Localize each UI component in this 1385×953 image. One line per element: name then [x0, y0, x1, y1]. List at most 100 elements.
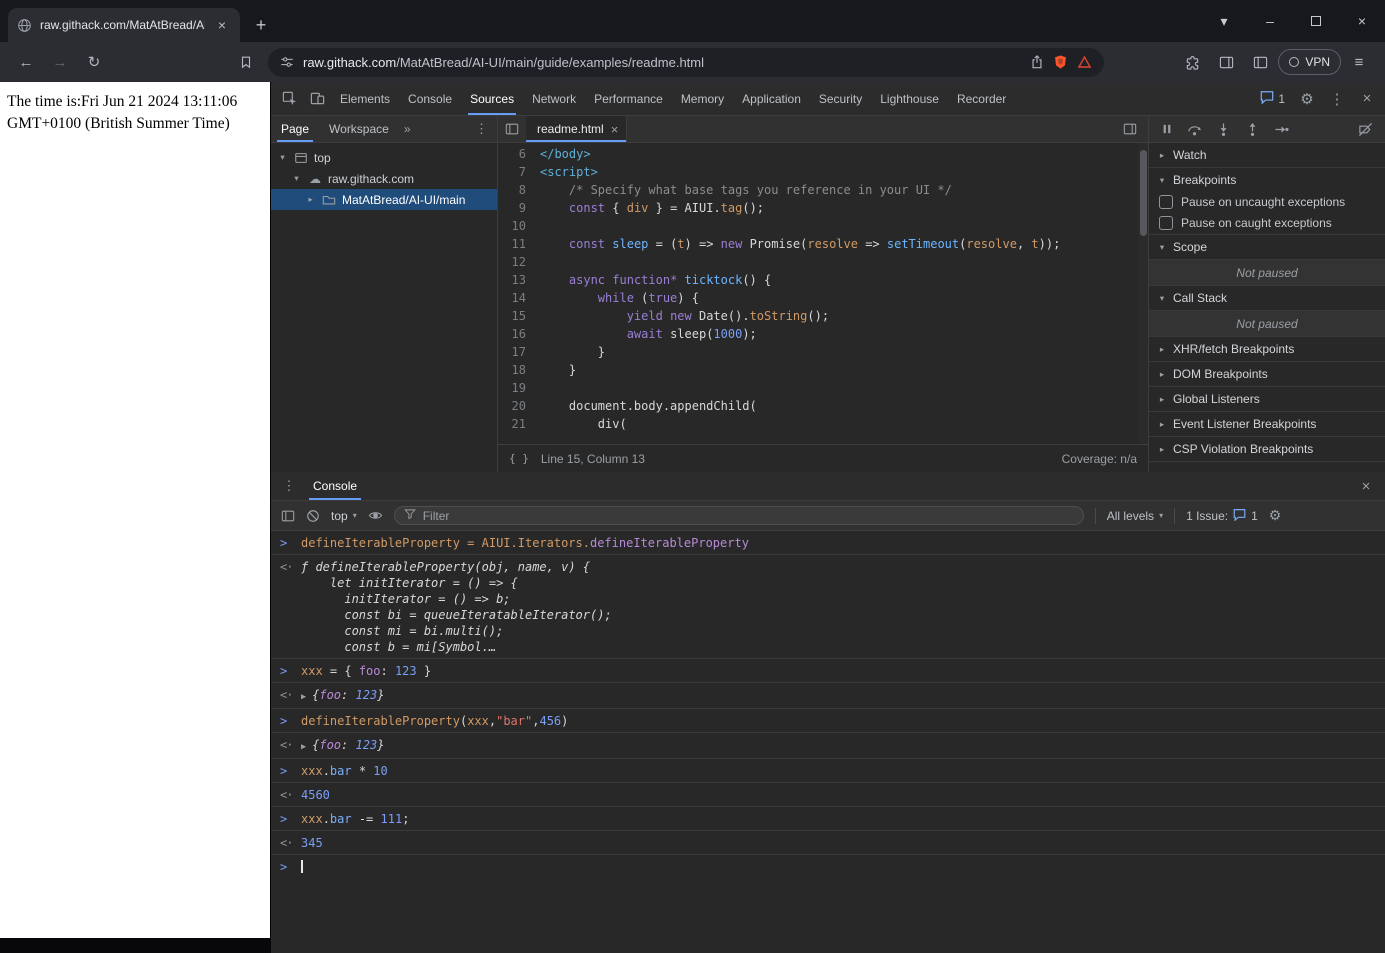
line-number[interactable]: 14	[498, 289, 540, 307]
console-issues-counter[interactable]: 1 Issue: 1	[1186, 508, 1258, 524]
url-text[interactable]: raw.githack.com/MatAtBread/AI-UI/main/gu…	[303, 55, 1021, 70]
navigator-tab-page[interactable]: Page	[271, 116, 319, 142]
console-settings-icon[interactable]: ⚙	[1269, 507, 1282, 524]
devtools-tab-performance[interactable]: Performance	[585, 82, 672, 115]
issues-chip[interactable]: 1	[1254, 90, 1291, 107]
deactivate-breakpoints-button[interactable]	[1358, 122, 1373, 137]
scrollbar-thumb[interactable]	[1139, 150, 1147, 236]
context-selector[interactable]: top ▾	[331, 509, 357, 523]
line-number[interactable]: 11	[498, 235, 540, 253]
pretty-print-icon[interactable]: { }	[509, 452, 529, 465]
expand-triangle-icon[interactable]: ▶	[301, 687, 306, 705]
browser-tab[interactable]: raw.githack.com/MatAtBread/Al ×	[8, 8, 240, 42]
navigator-menu-icon[interactable]: ⋮	[466, 121, 497, 137]
devtools-tab-application[interactable]: Application	[733, 82, 810, 115]
checkbox-row-pause-on-caught-exceptions[interactable]: Pause on caught exceptions	[1149, 213, 1385, 234]
devtools-tab-recorder[interactable]: Recorder	[948, 82, 1015, 115]
toggle-navigator-icon[interactable]	[498, 116, 526, 142]
tree-item-matatbread-ai-ui-main[interactable]: ▸ MatAtBread/AI-UI/main	[271, 189, 497, 210]
devtools-tab-security[interactable]: Security	[810, 82, 871, 115]
section-header-dom-breakpoints[interactable]: ▸ DOM Breakpoints	[1149, 362, 1385, 386]
drawer-tab-console[interactable]: Console	[301, 472, 369, 500]
checkbox-row-pause-on-uncaught-exceptions[interactable]: Pause on uncaught exceptions	[1149, 192, 1385, 213]
expand-triangle-icon[interactable]: ▶	[301, 737, 306, 755]
section-header-xhr-fetch-breakpoints[interactable]: ▸ XHR/fetch Breakpoints	[1149, 337, 1385, 361]
share-icon[interactable]	[1030, 55, 1044, 69]
section-header-breakpoints[interactable]: ▾ Breakpoints	[1149, 168, 1385, 192]
file-tab-close-icon[interactable]: ×	[611, 122, 619, 137]
devtools-menu-icon[interactable]: ⋮	[1323, 85, 1351, 113]
brave-shield-icon[interactable]	[1053, 54, 1068, 70]
new-tab-button[interactable]: +	[247, 11, 275, 39]
tree-item-raw-githack-com[interactable]: ▾ ☁ raw.githack.com	[271, 168, 497, 189]
bookmark-icon[interactable]	[230, 46, 262, 78]
line-number[interactable]: 8	[498, 181, 540, 199]
extensions-icon[interactable]	[1176, 46, 1208, 78]
section-header-scope[interactable]: ▾ Scope	[1149, 235, 1385, 259]
section-header-csp-violation-breakpoints[interactable]: ▸ CSP Violation Breakpoints	[1149, 437, 1385, 461]
forward-button[interactable]: →	[44, 46, 76, 78]
inspect-element-icon[interactable]	[275, 85, 303, 113]
close-window-button[interactable]: ×	[1339, 0, 1385, 42]
step-button[interactable]	[1274, 122, 1289, 137]
devtools-settings-icon[interactable]: ⚙	[1293, 85, 1321, 113]
devtools-tab-console[interactable]: Console	[399, 82, 461, 115]
step-out-button[interactable]	[1245, 122, 1260, 137]
toggle-debugger-sidebar-icon[interactable]	[1116, 122, 1144, 136]
line-number[interactable]: 21	[498, 415, 540, 433]
clear-console-icon[interactable]	[306, 509, 320, 523]
line-number[interactable]: 10	[498, 217, 540, 235]
drawer-menu-icon[interactable]: ⋮	[277, 478, 301, 494]
checkbox-pause-on-uncaught-exceptions[interactable]	[1159, 195, 1173, 209]
close-devtools-icon[interactable]: ×	[1353, 85, 1381, 113]
brave-rewards-icon[interactable]	[1077, 55, 1092, 70]
console-sidebar-icon[interactable]	[281, 509, 295, 523]
line-number[interactable]: 19	[498, 379, 540, 397]
editor-scrollbar[interactable]	[1138, 143, 1148, 444]
pause-script-button[interactable]	[1161, 123, 1173, 135]
back-button[interactable]: ←	[10, 46, 42, 78]
step-over-button[interactable]	[1187, 122, 1202, 137]
tree-item-top[interactable]: ▾ top	[271, 147, 497, 168]
line-number[interactable]: 16	[498, 325, 540, 343]
tree-chevron-icon[interactable]: ▸	[305, 194, 316, 205]
section-header-event-listener-breakpoints[interactable]: ▸ Event Listener Breakpoints	[1149, 412, 1385, 436]
more-tabs-icon[interactable]: »	[399, 122, 416, 136]
menu-button[interactable]: ≡	[1343, 46, 1375, 78]
navigator-tab-workspace[interactable]: Workspace	[319, 116, 399, 142]
tree-chevron-icon[interactable]: ▾	[291, 173, 302, 184]
maximize-button[interactable]	[1293, 0, 1339, 42]
address-bar[interactable]: raw.githack.com/MatAtBread/AI-UI/main/gu…	[268, 47, 1104, 77]
line-number[interactable]: 13	[498, 271, 540, 289]
devtools-tab-elements[interactable]: Elements	[331, 82, 399, 115]
line-number[interactable]: 20	[498, 397, 540, 415]
section-header-global-listeners[interactable]: ▸ Global Listeners	[1149, 387, 1385, 411]
devtools-tab-memory[interactable]: Memory	[672, 82, 733, 115]
log-levels-dropdown[interactable]: All levels ▾	[1107, 509, 1163, 523]
devtools-tab-lighthouse[interactable]: Lighthouse	[871, 82, 948, 115]
console-input[interactable]	[301, 859, 303, 875]
section-header-watch[interactable]: ▸ Watch	[1149, 143, 1385, 167]
site-settings-icon[interactable]	[280, 55, 294, 69]
tree-chevron-icon[interactable]: ▾	[277, 152, 288, 163]
section-header-call-stack[interactable]: ▾ Call Stack	[1149, 286, 1385, 310]
checkbox-pause-on-caught-exceptions[interactable]	[1159, 216, 1173, 230]
tab-search-button[interactable]: ▾	[1201, 0, 1247, 42]
device-toolbar-icon[interactable]	[303, 85, 331, 113]
line-number[interactable]: 12	[498, 253, 540, 271]
line-number[interactable]: 15	[498, 307, 540, 325]
devtools-tab-network[interactable]: Network	[523, 82, 585, 115]
eye-icon[interactable]	[368, 508, 383, 523]
step-into-button[interactable]	[1216, 122, 1231, 137]
tab-close-icon[interactable]: ×	[213, 16, 231, 34]
code-editor[interactable]: 6 </body> 7 <script> 8 /* Specify what base …	[498, 143, 1148, 444]
reading-list-icon[interactable]	[1244, 46, 1276, 78]
line-number[interactable]: 17	[498, 343, 540, 361]
file-tab-readme[interactable]: readme.html ×	[526, 116, 628, 142]
minimize-button[interactable]: –	[1247, 0, 1293, 42]
sidebar-icon[interactable]	[1210, 46, 1242, 78]
devtools-tab-sources[interactable]: Sources	[461, 82, 523, 115]
vpn-button[interactable]: VPN	[1278, 49, 1341, 75]
line-number[interactable]: 6	[498, 145, 540, 163]
line-number[interactable]: 7	[498, 163, 540, 181]
